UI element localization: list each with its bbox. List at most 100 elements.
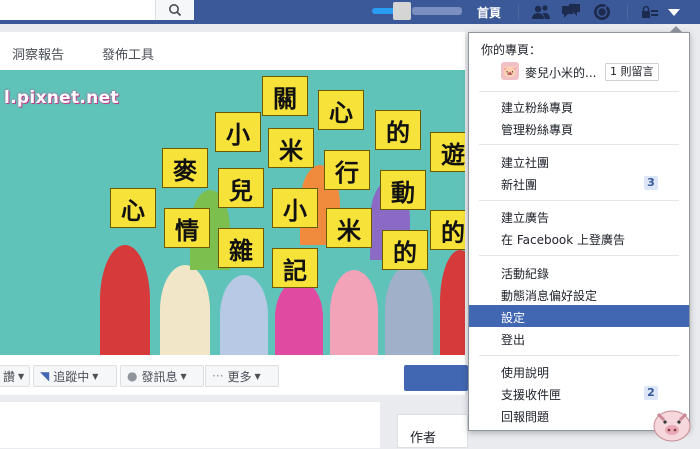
sign-card: 動 xyxy=(380,170,426,210)
count-badge: 3 xyxy=(644,176,658,190)
friends-icon[interactable] xyxy=(531,3,551,21)
sign-card: 小 xyxy=(272,188,318,228)
page-name: 麥兒小米的... xyxy=(525,66,597,80)
search-icon xyxy=(169,4,182,17)
menu-item-label: 建立廣告 xyxy=(501,211,550,225)
notifications-icon[interactable] xyxy=(592,3,612,21)
sign-card: 米 xyxy=(326,208,372,248)
more-button[interactable]: ··· 更多 ▼ xyxy=(205,365,279,387)
account-dropdown-menu: 你的專頁： 🐷 麥兒小米的... 1 則留言 建立粉絲專頁 管理粉絲專頁 建立社… xyxy=(468,32,690,431)
profile-avatar[interactable] xyxy=(393,2,411,20)
cartoon-figure xyxy=(330,270,378,355)
menu-item-help[interactable]: 使用說明 xyxy=(469,360,689,382)
sign-card: 心 xyxy=(318,90,364,130)
tab-publishing-tools[interactable]: 發佈工具 xyxy=(102,44,154,63)
cartoon-figure xyxy=(440,250,465,355)
menu-item-label: 活動紀錄 xyxy=(501,267,550,281)
sign-card: 心 xyxy=(110,188,156,228)
divider xyxy=(479,255,679,256)
search-button[interactable] xyxy=(155,0,194,20)
divider xyxy=(627,5,628,19)
divider xyxy=(479,355,679,356)
chevron-down-icon: ▼ xyxy=(254,371,261,381)
search-input[interactable] xyxy=(0,0,155,20)
cover-photo: l.pixnet.net 關 心 的 遊 小 米 行 動 麥 兒 小 米 的 心… xyxy=(0,70,465,355)
following-label: 追蹤中 xyxy=(53,369,90,384)
cartoon-figure xyxy=(220,275,268,355)
message-bubble-icon: ● xyxy=(127,369,138,383)
cartoon-figure xyxy=(385,265,433,355)
divider xyxy=(479,144,679,145)
menu-item-create-group[interactable]: 建立社團 xyxy=(469,150,689,172)
send-message-button[interactable]: ● 發訊息 ▼ xyxy=(120,365,204,387)
like-button[interactable]: 讚 ▼ xyxy=(0,365,30,387)
following-button[interactable]: ◥ 追蹤中 ▼ xyxy=(33,365,117,387)
page-shortcut[interactable]: 🐷 麥兒小米的... 1 則留言 xyxy=(469,61,689,83)
menu-item-new-groups[interactable]: 新社團 3 xyxy=(469,172,689,194)
menu-item-manage-pages[interactable]: 管理粉絲專頁 xyxy=(469,117,689,139)
sign-card: 米 xyxy=(268,128,314,168)
menu-item-create-ad[interactable]: 建立廣告 xyxy=(469,205,689,227)
page-action-bar: 讚 ▼ ◥ 追蹤中 ▼ ● 發訊息 ▼ ··· 更多 ▼ xyxy=(0,355,465,395)
more-dots-icon: ··· xyxy=(212,369,224,383)
menu-item-label: 新社團 xyxy=(501,178,538,192)
sign-card: 遊 xyxy=(430,132,465,172)
your-pages-header: 你的專頁： xyxy=(481,43,542,57)
author-panel: 作者 xyxy=(397,414,468,448)
pig-watermark-logo xyxy=(648,398,696,446)
sign-card: 情 xyxy=(164,208,210,248)
profile-name-blurred[interactable] xyxy=(372,5,467,17)
cartoon-figure xyxy=(160,265,210,355)
sign-card: 小 xyxy=(215,112,261,152)
sign-card: 的 xyxy=(430,210,465,250)
sign-card: 兒 xyxy=(218,168,264,208)
primary-action-button[interactable] xyxy=(404,365,468,391)
cartoon-figure xyxy=(100,245,150,355)
menu-item-advertise[interactable]: 在 Facebook 上登廣告 xyxy=(469,227,689,249)
page-avatar: 🐷 xyxy=(501,62,519,80)
messages-icon[interactable] xyxy=(561,3,581,21)
menu-item-settings[interactable]: 設定 xyxy=(469,305,689,327)
menu-item-label: 回報問題 xyxy=(501,410,550,424)
divider xyxy=(479,200,679,201)
like-label: 讚 xyxy=(3,369,16,384)
chevron-down-icon: ▼ xyxy=(92,371,99,381)
author-label: 作者 xyxy=(410,431,437,446)
menu-item-log-out[interactable]: 登出 xyxy=(469,327,689,349)
sign-card: 麥 xyxy=(162,148,208,188)
content-panel xyxy=(0,402,380,448)
divider xyxy=(479,91,679,92)
sign-card: 的 xyxy=(382,230,428,270)
chevron-down-icon: ▼ xyxy=(18,371,25,381)
menu-item-label: 管理粉絲專頁 xyxy=(501,123,574,137)
menu-item-label: 使用說明 xyxy=(501,366,550,380)
sign-card: 行 xyxy=(324,150,370,190)
menu-item-label: 支援收件匣 xyxy=(501,388,562,402)
divider xyxy=(518,5,519,19)
menu-item-label: 建立粉絲專頁 xyxy=(501,101,574,115)
menu-item-label: 設定 xyxy=(501,311,526,325)
tab-insights[interactable]: 洞察報告 xyxy=(12,44,64,63)
menu-item-activity-log[interactable]: 活動紀錄 xyxy=(469,261,689,283)
sign-card: 的 xyxy=(375,110,421,150)
page-subnav: 洞察報告 發佈工具 xyxy=(0,32,465,70)
sign-card: 記 xyxy=(272,248,318,288)
menu-item-label: 登出 xyxy=(501,333,526,347)
sign-card: 雜 xyxy=(218,228,264,268)
top-navigation-bar: 首頁 xyxy=(0,0,700,24)
menu-item-label: 建立社團 xyxy=(501,156,550,170)
rss-icon: ◥ xyxy=(40,369,50,383)
message-label: 發訊息 xyxy=(141,369,178,384)
sign-card: 關 xyxy=(262,76,308,116)
page-comment-badge[interactable]: 1 則留言 xyxy=(605,63,659,81)
menu-item-news-feed-preferences[interactable]: 動態消息偏好設定 xyxy=(469,283,689,305)
menu-item-create-page[interactable]: 建立粉絲專頁 xyxy=(469,95,689,117)
cartoon-figure xyxy=(275,280,323,355)
menu-item-label: 在 Facebook 上登廣告 xyxy=(501,233,626,247)
menu-item-label: 動態消息偏好設定 xyxy=(501,289,598,303)
home-link[interactable]: 首頁 xyxy=(477,4,501,21)
more-label: 更多 xyxy=(227,369,252,384)
chevron-down-icon: ▼ xyxy=(180,371,187,381)
privacy-lock-icon[interactable] xyxy=(640,3,660,21)
dropdown-caret-icon[interactable] xyxy=(664,3,684,21)
